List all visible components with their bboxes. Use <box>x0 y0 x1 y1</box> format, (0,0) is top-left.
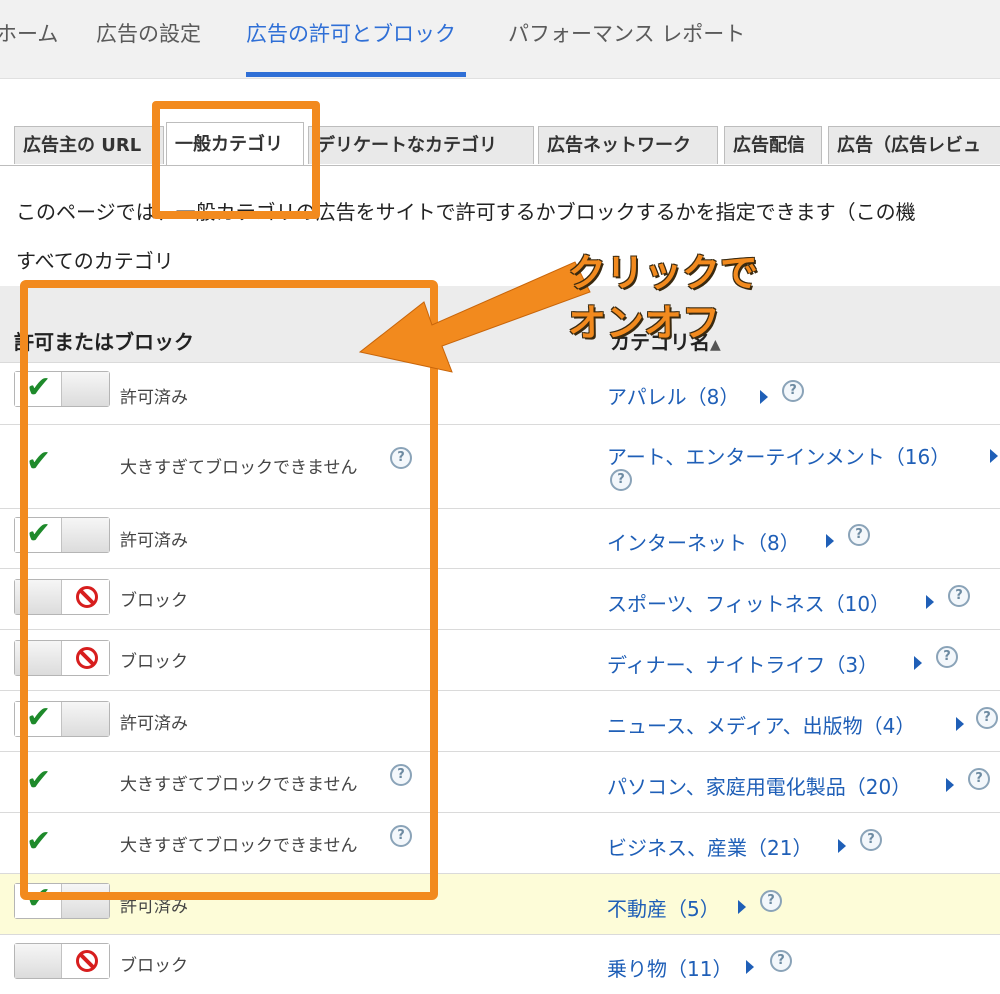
annotation-text-line1: クリックで <box>568 251 759 295</box>
annotation-arrow <box>358 261 591 373</box>
annotation-text-line2: オンオフ <box>568 301 721 345</box>
annotation-arrow-icon <box>358 261 591 373</box>
